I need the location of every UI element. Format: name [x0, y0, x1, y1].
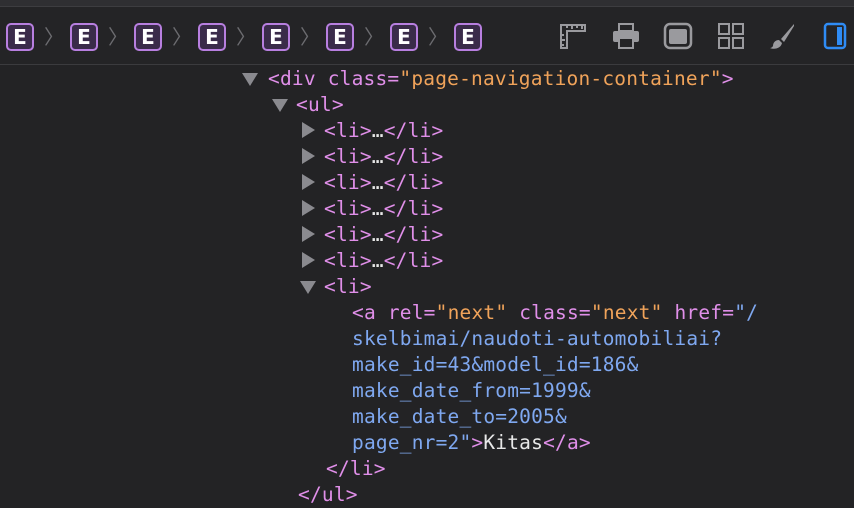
- disclosure-triangle-collapsed-icon[interactable]: [302, 252, 315, 268]
- href-link-line[interactable]: page_nr=2">Kitas</a>: [352, 430, 591, 456]
- dom-node-ul-close[interactable]: </ul>: [298, 482, 358, 508]
- dom-node-anchor[interactable]: <a rel="next" class="next" href="/: [352, 300, 758, 326]
- breadcrumb-element-badge[interactable]: E: [70, 23, 98, 51]
- dom-node-li-collapsed[interactable]: <li>…</li>: [324, 196, 443, 222]
- dom-tree: <div class="page-navigation-container"> …: [0, 66, 854, 506]
- breadcrumb-separator: 〉: [172, 25, 192, 49]
- breadcrumb-element-badge[interactable]: E: [454, 23, 482, 51]
- dom-node-div[interactable]: <div class="page-navigation-container">: [268, 66, 734, 92]
- breadcrumb-element-badge[interactable]: E: [326, 23, 354, 51]
- anchor-text: Kitas: [483, 431, 544, 454]
- tag-bracket: >: [721, 67, 734, 90]
- href-link-line[interactable]: make_id=43&model_id=186&: [352, 352, 639, 378]
- disclosure-triangle-expanded-icon[interactable]: [300, 281, 316, 294]
- disclosure-triangle-collapsed-icon[interactable]: [302, 122, 315, 138]
- href-link-line[interactable]: make_date_from=1999&: [352, 378, 591, 404]
- tag-name: <div: [268, 67, 316, 90]
- dom-node-li-close[interactable]: </li>: [326, 456, 386, 482]
- dom-node-ul[interactable]: <ul>: [296, 92, 344, 118]
- devtools-toolbar: E 〉 E 〉 E 〉 E 〉 E 〉 E 〉 E 〉 E: [0, 7, 854, 65]
- window-icon[interactable]: [663, 21, 693, 51]
- sidebar-toggle-icon[interactable]: [820, 21, 850, 51]
- grid-icon[interactable]: [716, 21, 746, 51]
- breadcrumb-element-badge[interactable]: E: [134, 23, 162, 51]
- href-link-line[interactable]: skelbimai/naudoti-automobiliai?: [352, 326, 722, 352]
- attribute-value: "page-navigation-container": [399, 67, 722, 90]
- breadcrumb-separator: 〉: [44, 25, 64, 49]
- dom-node-li-collapsed[interactable]: <li>…</li>: [324, 118, 443, 144]
- dom-node-li-collapsed[interactable]: <li>…</li>: [324, 248, 443, 274]
- dom-node-li-collapsed[interactable]: <li>…</li>: [324, 170, 443, 196]
- breadcrumb-separator: 〉: [428, 25, 448, 49]
- href-link-line[interactable]: make_date_to=2005&: [352, 404, 567, 430]
- window-top-strip: [0, 0, 854, 7]
- breadcrumb-separator: 〉: [364, 25, 384, 49]
- paintbrush-icon[interactable]: [767, 21, 797, 51]
- breadcrumb-element-badge[interactable]: E: [262, 23, 290, 51]
- disclosure-triangle-collapsed-icon[interactable]: [302, 174, 315, 190]
- disclosure-triangle-collapsed-icon[interactable]: [302, 200, 315, 216]
- dom-node-li-collapsed[interactable]: <li>…</li>: [324, 222, 443, 248]
- attribute-name: class: [327, 67, 388, 90]
- breadcrumb-separator: 〉: [108, 25, 128, 49]
- tag-name: <ul>: [296, 93, 344, 116]
- dom-node-li-expanded[interactable]: <li>: [324, 274, 372, 300]
- disclosure-triangle-collapsed-icon[interactable]: [302, 148, 315, 164]
- disclosure-triangle-expanded-icon[interactable]: [242, 73, 258, 86]
- breadcrumb-element-badge[interactable]: E: [6, 23, 34, 51]
- breadcrumb-element-badge[interactable]: E: [198, 23, 226, 51]
- href-link[interactable]: "/: [734, 301, 758, 324]
- breadcrumb-separator: 〉: [300, 25, 320, 49]
- disclosure-triangle-collapsed-icon[interactable]: [302, 226, 315, 242]
- disclosure-triangle-expanded-icon[interactable]: [272, 99, 288, 112]
- dom-node-li-collapsed[interactable]: <li>…</li>: [324, 144, 443, 170]
- breadcrumb-separator: 〉: [236, 25, 256, 49]
- printer-icon[interactable]: [611, 21, 641, 51]
- ruler-icon[interactable]: [558, 21, 588, 51]
- breadcrumb-element-badge[interactable]: E: [390, 23, 418, 51]
